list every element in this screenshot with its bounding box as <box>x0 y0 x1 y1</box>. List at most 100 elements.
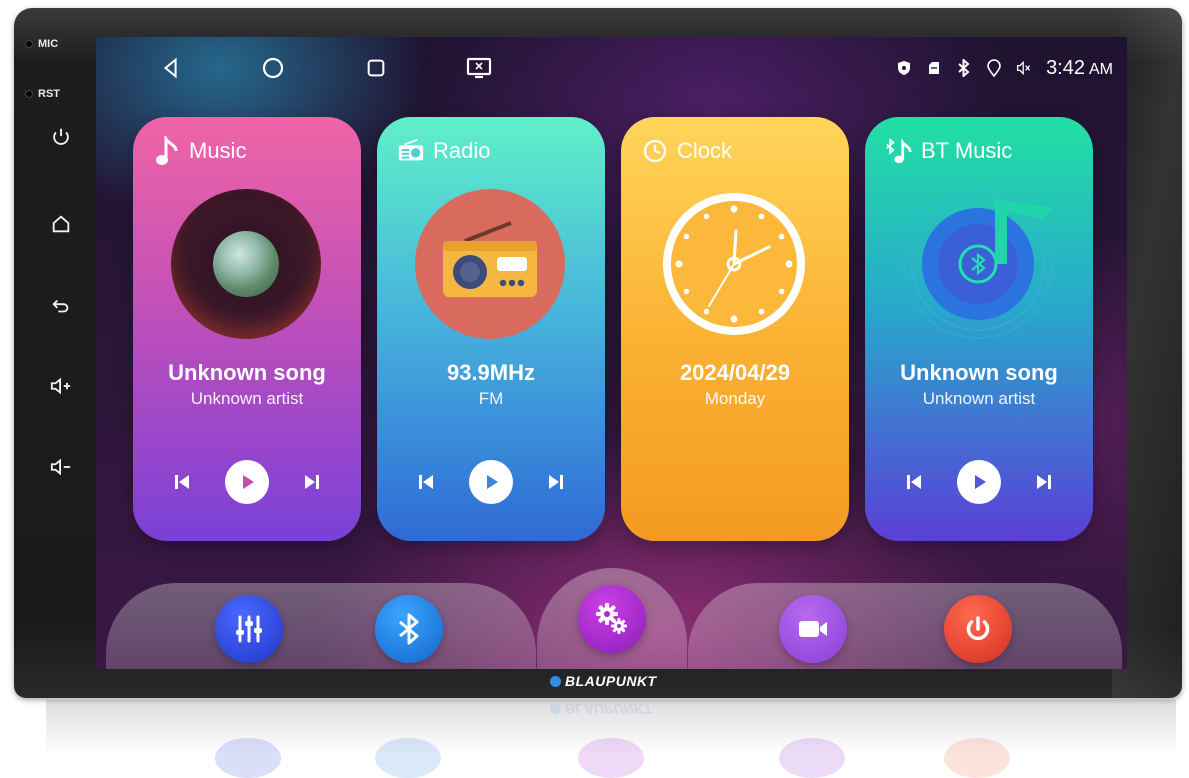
brand-logo: BLAUPUNKT <box>550 673 657 689</box>
radio-controls <box>377 460 605 504</box>
radio-card-header: Radio <box>397 137 490 165</box>
bluetooth-icon <box>956 59 972 77</box>
ampm-text: AM <box>1089 60 1113 78</box>
skip-next-icon <box>305 475 319 489</box>
radio-play-button[interactable] <box>469 460 513 504</box>
music-previous-button[interactable] <box>169 469 195 495</box>
reset-indicator[interactable]: RST <box>25 88 60 100</box>
sd-card-icon <box>926 60 942 76</box>
head-unit-screen: 3:42 AM Music Unknown song Unknown artist <box>96 37 1127 669</box>
music-controls <box>133 460 361 504</box>
bt-music-card-header: BT Music <box>885 137 1012 165</box>
retro-radio-icon <box>443 221 537 297</box>
mic-label: MIC <box>38 38 59 50</box>
settings-gears-icon <box>596 603 627 634</box>
music-play-button[interactable] <box>225 460 269 504</box>
app-dock <box>96 568 1127 669</box>
side-volume-up-button[interactable] <box>44 372 78 400</box>
video-camera-icon <box>799 621 827 637</box>
bluetooth-button[interactable] <box>375 595 443 663</box>
brand-name: BLAUPUNKT <box>565 673 657 689</box>
power-icon <box>53 128 69 145</box>
brand-reflection-name: BLAUPUNKT <box>565 701 653 717</box>
bt-music-controls <box>865 460 1093 504</box>
analog-clock-icon <box>663 193 805 335</box>
music-card[interactable]: Music Unknown song Unknown artist <box>133 117 361 541</box>
nav-recents-button[interactable] <box>359 53 393 83</box>
music-note-icon <box>153 136 181 165</box>
skip-previous-icon <box>175 475 189 489</box>
music-next-button[interactable] <box>299 469 325 495</box>
power-icon <box>966 616 990 641</box>
bt-song-title: Unknown song <box>900 360 1058 385</box>
radio-next-button[interactable] <box>543 469 569 495</box>
screen-mirror-button[interactable] <box>462 53 496 83</box>
bt-previous-button[interactable] <box>901 469 927 495</box>
mic-hole <box>25 40 33 48</box>
bluetooth-reflection <box>375 738 441 778</box>
clock-icon <box>641 137 669 165</box>
reset-label: RST <box>38 88 60 100</box>
mute-icon <box>1016 60 1032 76</box>
radio-card-title: Radio <box>433 138 491 163</box>
brand-dot-icon <box>550 675 561 687</box>
equalizer-icon <box>236 615 262 643</box>
brand-reflection-dot-icon <box>550 703 561 715</box>
equalizer-button[interactable] <box>215 595 283 663</box>
bt-record-art <box>903 189 1053 339</box>
bt-music-card-title: BT Music <box>921 138 1013 163</box>
location-icon <box>986 59 1002 77</box>
back-icon <box>52 299 69 313</box>
bt-artist-name: Unknown artist <box>922 389 1036 408</box>
bt-next-button[interactable] <box>1031 469 1057 495</box>
skip-previous-icon <box>907 475 921 489</box>
shield-icon <box>896 60 912 76</box>
side-power-button[interactable] <box>44 123 78 151</box>
camera-reflection <box>779 738 845 778</box>
play-icon <box>975 475 986 489</box>
reset-hole[interactable] <box>25 90 33 98</box>
clock-date: 2024/04/29 <box>679 360 791 385</box>
settings-reflection <box>578 738 644 778</box>
dock-left-pill <box>106 583 536 669</box>
volume-down-icon <box>50 458 71 476</box>
clock-readout: 3:42 AM <box>1046 57 1113 80</box>
bt-play-button[interactable] <box>957 460 1001 504</box>
nav-back-button[interactable] <box>154 53 188 83</box>
radio-previous-button[interactable] <box>413 469 439 495</box>
power-off-button[interactable] <box>944 595 1012 663</box>
music-card-title: Music <box>189 138 247 163</box>
skip-next-icon <box>1037 475 1051 489</box>
play-icon <box>487 475 498 489</box>
equalizer-reflection <box>215 738 281 778</box>
side-back-button[interactable] <box>44 292 78 320</box>
settings-button[interactable] <box>578 585 646 653</box>
album-cover-icon <box>213 231 279 297</box>
clock-weekday: Monday <box>704 389 766 408</box>
analog-clock-face <box>659 189 809 339</box>
clock-card-title: Clock <box>677 138 733 163</box>
mic-indicator: MIC <box>25 38 58 50</box>
bluetooth-icon <box>399 613 419 645</box>
dock-right-pill <box>688 583 1122 669</box>
skip-next-icon <box>549 475 563 489</box>
bluetooth-disc-icon <box>903 189 1053 339</box>
brand-reflection: BLAUPUNKT <box>550 701 652 717</box>
volume-up-icon <box>50 377 71 395</box>
radio-art <box>415 189 565 339</box>
time-text: 3:42 <box>1046 56 1085 79</box>
side-volume-down-button[interactable] <box>44 453 78 481</box>
radio-icon <box>397 137 425 165</box>
music-card-header: Music <box>153 136 247 165</box>
camera-button[interactable] <box>779 595 847 663</box>
music-artist-name: Unknown artist <box>190 389 304 408</box>
side-home-button[interactable] <box>44 210 78 238</box>
bt-music-card[interactable]: BT Music Unknown song Unknown artist <box>865 117 1093 541</box>
radio-card[interactable]: Radio 93.9MHz FM <box>377 117 605 541</box>
status-indicators: 3:42 AM <box>896 53 1113 83</box>
radio-band: FM <box>478 389 504 408</box>
nav-home-button[interactable] <box>256 53 290 83</box>
vinyl-record-art <box>171 189 321 339</box>
clock-card[interactable]: Clock 2024/04/29 Monday <box>621 117 849 541</box>
bluetooth-music-icon <box>885 137 913 165</box>
